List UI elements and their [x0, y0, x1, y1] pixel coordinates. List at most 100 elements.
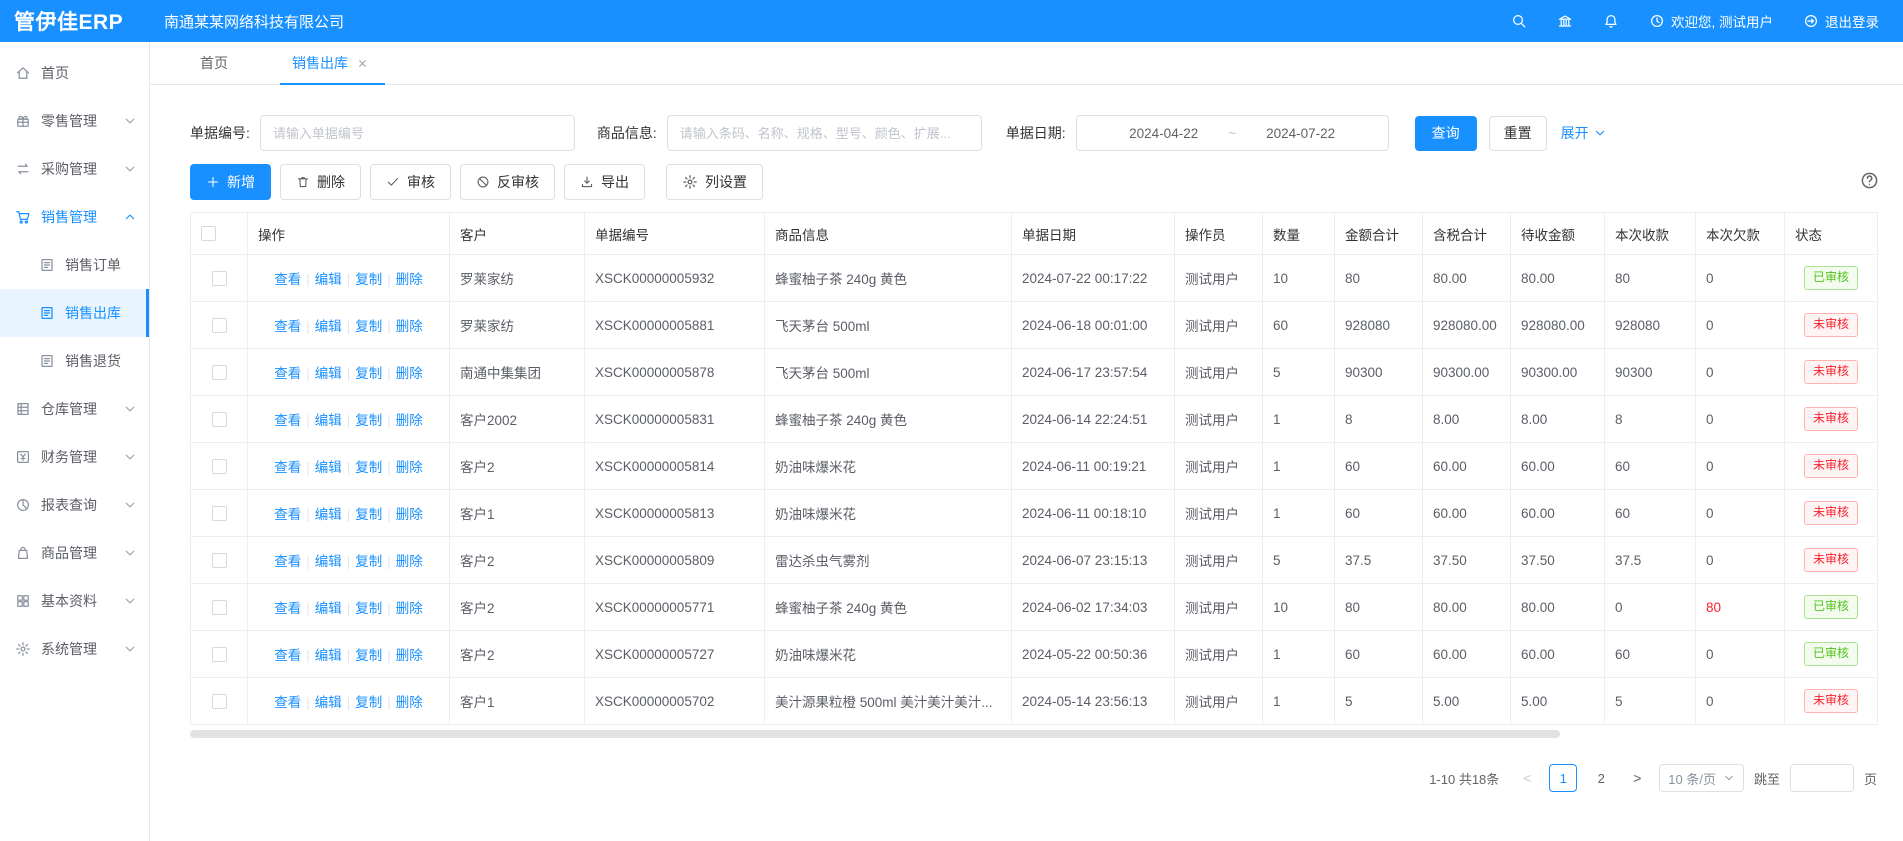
- row-action-copy[interactable]: 复制: [355, 507, 382, 522]
- expand-toggle[interactable]: 展开: [1561, 123, 1607, 143]
- scrollbar-thumb[interactable]: [190, 730, 1560, 738]
- row-action-view[interactable]: 查看: [274, 507, 301, 522]
- row-action-view[interactable]: 查看: [274, 366, 301, 381]
- row-action-copy[interactable]: 复制: [355, 272, 382, 287]
- sidebar-item-sales-return[interactable]: 销售退货: [0, 337, 149, 385]
- row-action-copy[interactable]: 复制: [355, 695, 382, 710]
- row-action-edit[interactable]: 编辑: [315, 460, 342, 475]
- cell-select: [191, 537, 248, 584]
- cell-tax_total: 60.00: [1423, 490, 1511, 537]
- row-action-delete[interactable]: 删除: [396, 695, 423, 710]
- reset-button[interactable]: 重置: [1489, 116, 1547, 151]
- page-button-1[interactable]: 1: [1549, 764, 1577, 792]
- row-action-edit[interactable]: 编辑: [315, 319, 342, 334]
- row-checkbox[interactable]: [212, 647, 227, 662]
- select-all-checkbox[interactable]: [201, 226, 216, 241]
- row-action-delete[interactable]: 删除: [396, 648, 423, 663]
- search-icon[interactable]: [1511, 13, 1527, 29]
- cell-ops: 查看|编辑|复制|删除: [248, 255, 450, 302]
- sidebar-item-basic-data[interactable]: 基本资料: [0, 577, 149, 625]
- cell-operator: 测试用户: [1175, 490, 1263, 537]
- prev-page-button[interactable]: <: [1515, 770, 1539, 786]
- delete-button[interactable]: 删除: [280, 164, 361, 200]
- row-action-copy[interactable]: 复制: [355, 319, 382, 334]
- row-checkbox[interactable]: [212, 553, 227, 568]
- unapprove-button[interactable]: 反审核: [460, 164, 555, 200]
- cell-product: 蜂蜜柚子茶 240g 黄色: [765, 396, 1012, 443]
- bank-icon[interactable]: [1557, 13, 1573, 29]
- sidebar-item-sales-order[interactable]: 销售订单: [0, 241, 149, 289]
- row-action-edit[interactable]: 编辑: [315, 601, 342, 616]
- page-button-2[interactable]: 2: [1587, 764, 1615, 792]
- help-icon[interactable]: [1860, 171, 1879, 190]
- row-action-edit[interactable]: 编辑: [315, 695, 342, 710]
- row-action-delete[interactable]: 删除: [396, 319, 423, 334]
- row-checkbox[interactable]: [212, 365, 227, 380]
- row-action-copy[interactable]: 复制: [355, 460, 382, 475]
- row-action-copy[interactable]: 复制: [355, 413, 382, 428]
- export-button[interactable]: 导出: [564, 164, 645, 200]
- row-action-view[interactable]: 查看: [274, 601, 301, 616]
- row-action-edit[interactable]: 编辑: [315, 554, 342, 569]
- sidebar-item-sales-outbound[interactable]: 销售出库: [0, 289, 149, 337]
- sidebar-item-home[interactable]: 首页: [0, 49, 149, 97]
- cell-tax_total: 60.00: [1423, 631, 1511, 678]
- row-action-copy[interactable]: 复制: [355, 366, 382, 381]
- row-checkbox[interactable]: [212, 271, 227, 286]
- row-checkbox[interactable]: [212, 459, 227, 474]
- row-action-edit[interactable]: 编辑: [315, 272, 342, 287]
- logout-button[interactable]: 退出登录: [1803, 11, 1879, 31]
- order-no-input[interactable]: [260, 115, 575, 151]
- row-action-delete[interactable]: 删除: [396, 460, 423, 475]
- row-action-delete[interactable]: 删除: [396, 554, 423, 569]
- sidebar-item-goods[interactable]: 商品管理: [0, 529, 149, 577]
- row-action-edit[interactable]: 编辑: [315, 366, 342, 381]
- sidebar-item-finance[interactable]: 财务管理: [0, 433, 149, 481]
- horizontal-scrollbar: [190, 730, 1877, 738]
- row-action-view[interactable]: 查看: [274, 554, 301, 569]
- add-button[interactable]: 新增: [190, 164, 271, 200]
- sidebar-item-system[interactable]: 系统管理: [0, 625, 149, 673]
- row-action-edit[interactable]: 编辑: [315, 507, 342, 522]
- row-action-view[interactable]: 查看: [274, 413, 301, 428]
- row-action-edit[interactable]: 编辑: [315, 648, 342, 663]
- search-button[interactable]: 查询: [1415, 116, 1477, 151]
- sidebar-item-retail[interactable]: 零售管理: [0, 97, 149, 145]
- row-action-copy[interactable]: 复制: [355, 601, 382, 616]
- sidebar-item-sales[interactable]: 销售管理: [0, 193, 149, 241]
- cell-amount: 5: [1335, 678, 1423, 725]
- row-action-delete[interactable]: 删除: [396, 601, 423, 616]
- row-action-delete[interactable]: 删除: [396, 272, 423, 287]
- row-action-view[interactable]: 查看: [274, 460, 301, 475]
- date-range-input[interactable]: 2024-04-22 ~ 2024-07-22: [1076, 115, 1389, 151]
- tab-sales-outbound[interactable]: 销售出库: [286, 42, 375, 84]
- tab-home[interactable]: 首页: [194, 42, 234, 84]
- next-page-button[interactable]: >: [1625, 770, 1649, 786]
- row-action-view[interactable]: 查看: [274, 695, 301, 710]
- row-checkbox[interactable]: [212, 318, 227, 333]
- row-checkbox[interactable]: [212, 412, 227, 427]
- welcome-user[interactable]: 欢迎您, 测试用户: [1649, 11, 1773, 31]
- product-info-input[interactable]: [667, 115, 982, 151]
- row-action-copy[interactable]: 复制: [355, 554, 382, 569]
- row-action-edit[interactable]: 编辑: [315, 413, 342, 428]
- approve-button[interactable]: 审核: [370, 164, 451, 200]
- bell-icon[interactable]: [1603, 13, 1619, 29]
- sidebar-item-warehouse[interactable]: 仓库管理: [0, 385, 149, 433]
- row-action-view[interactable]: 查看: [274, 319, 301, 334]
- page-size-select[interactable]: 10 条/页: [1659, 764, 1744, 792]
- jump-page-input[interactable]: [1790, 764, 1854, 792]
- row-action-delete[interactable]: 删除: [396, 413, 423, 428]
- row-action-view[interactable]: 查看: [274, 272, 301, 287]
- row-checkbox[interactable]: [212, 694, 227, 709]
- row-action-copy[interactable]: 复制: [355, 648, 382, 663]
- row-checkbox[interactable]: [212, 600, 227, 615]
- row-action-view[interactable]: 查看: [274, 648, 301, 663]
- row-checkbox[interactable]: [212, 506, 227, 521]
- row-action-delete[interactable]: 删除: [396, 366, 423, 381]
- sidebar-item-report[interactable]: 报表查询: [0, 481, 149, 529]
- sidebar-item-purchase[interactable]: 采购管理: [0, 145, 149, 193]
- column-setting-button[interactable]: 列设置: [666, 164, 763, 200]
- row-action-delete[interactable]: 删除: [396, 507, 423, 522]
- close-icon[interactable]: [356, 57, 369, 70]
